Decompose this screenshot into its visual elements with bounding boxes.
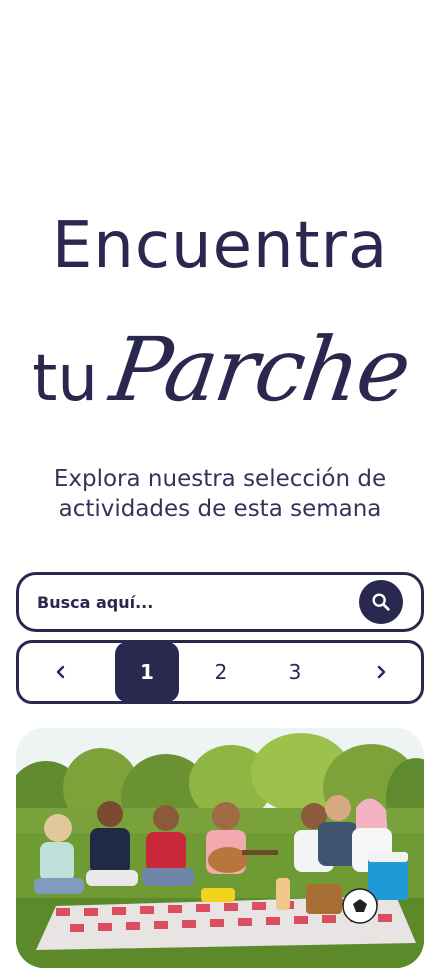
pagination-page-1[interactable]: 1: [115, 642, 179, 702]
hero-title-prefix: tu: [32, 342, 98, 416]
pagination-next-button[interactable]: [363, 643, 399, 701]
picnic-photo: [16, 728, 424, 968]
search-icon: [372, 593, 390, 611]
pagination-prev-button[interactable]: [43, 643, 79, 701]
hero-title-line2: tuParche: [0, 318, 440, 421]
pagination-page-3[interactable]: 3: [277, 643, 313, 701]
search-button[interactable]: [359, 580, 403, 624]
pagination-page-2[interactable]: 2: [203, 643, 239, 701]
chevron-left-icon: [56, 665, 65, 679]
page-subtitle: Explora nuestra selección de actividades…: [0, 464, 440, 524]
hero-title-line1: Encuentra: [51, 209, 389, 283]
subtitle-line2: actividades de esta semana: [58, 496, 382, 522]
subtitle-line1: Explora nuestra selección de: [53, 466, 387, 492]
search-input[interactable]: [37, 575, 347, 629]
featured-activity-image[interactable]: [16, 728, 424, 968]
chevron-right-icon: [377, 665, 386, 679]
pagination: 1 2 3: [16, 640, 424, 704]
hero-title-script: Parche: [104, 318, 415, 421]
search-bar: [16, 572, 424, 632]
